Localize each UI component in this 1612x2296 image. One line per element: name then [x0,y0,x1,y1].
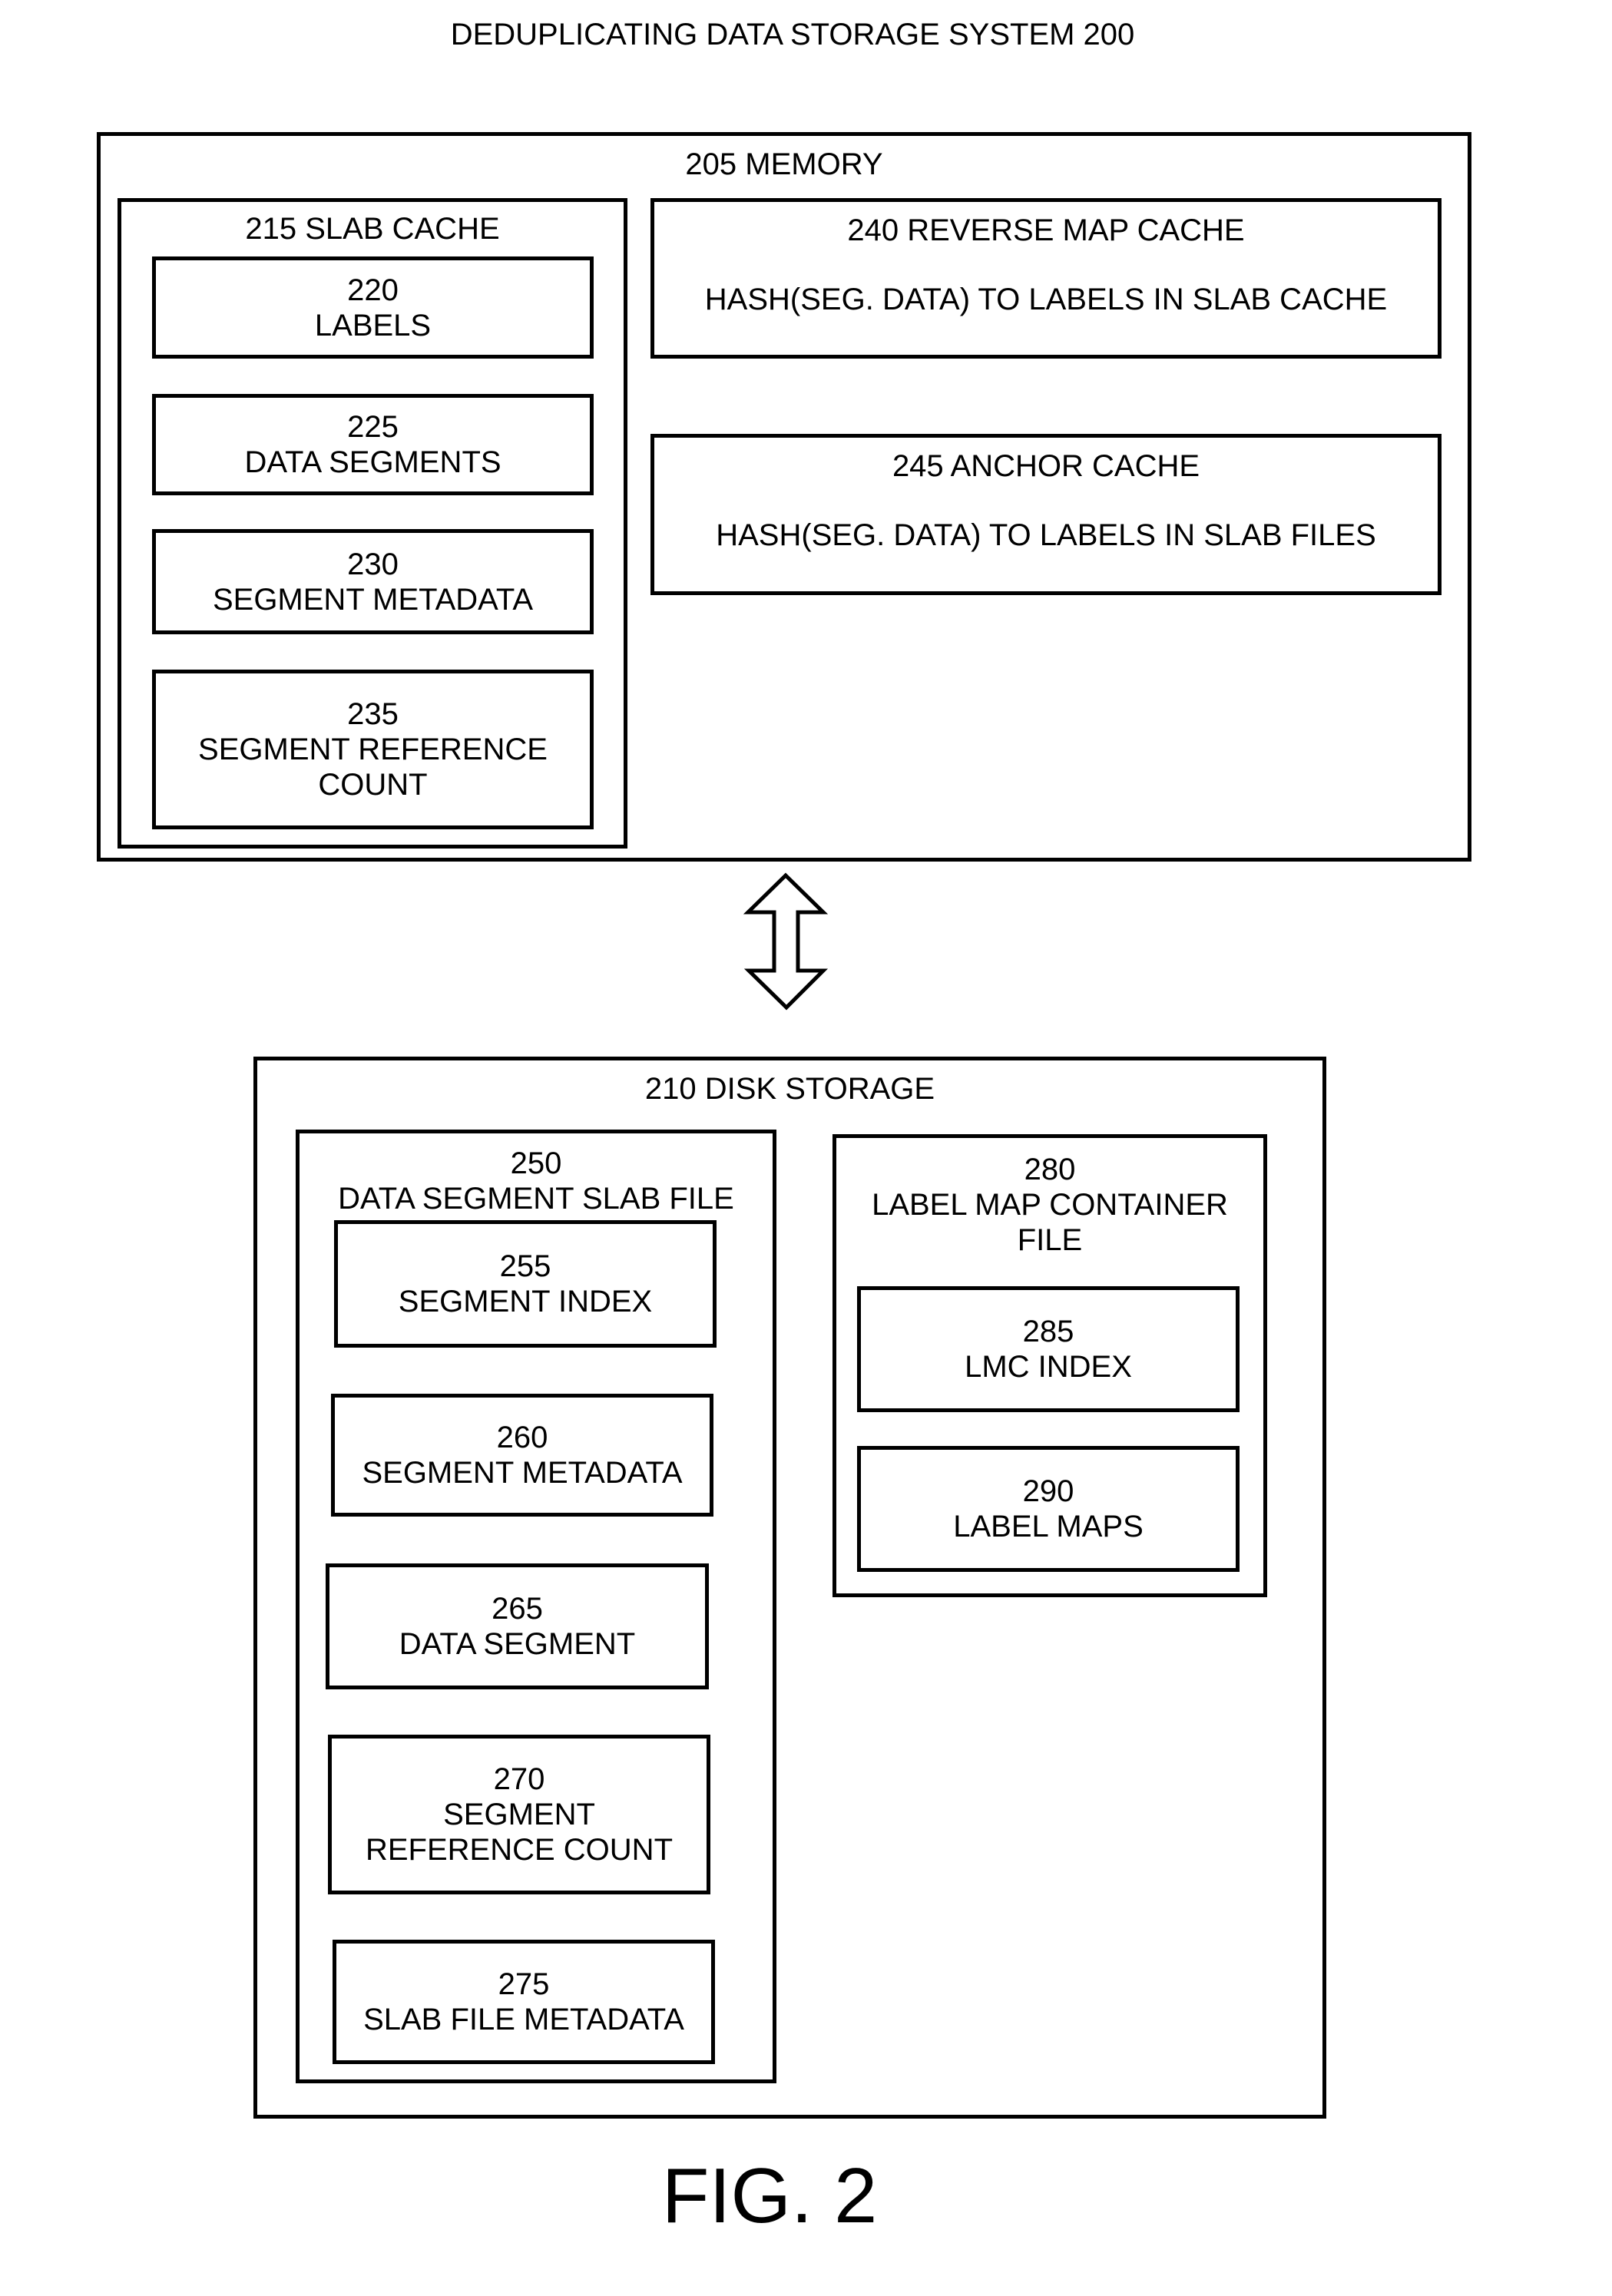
lmc-index-text: LMC INDEX [965,1350,1132,1384]
labels-text: LABELS [314,308,432,342]
diagram-title: DEDUPLICATING DATA STORAGE SYSTEM 200 [450,18,1135,51]
label-map-container-label-2: FILE [1017,1223,1083,1257]
segment-reference-count-disk-box: 270 SEGMENT REFERENCE COUNT [328,1735,710,1894]
data-segments-box: 225 DATA SEGMENTS [152,394,594,495]
anchor-cache-box: 245 ANCHOR CACHE HASH(SEG. DATA) TO LABE… [650,434,1442,595]
data-segments-number: 225 [347,410,399,444]
slab-file-label: DATA SEGMENT SLAB FILE [338,1182,734,1216]
segment-index-number: 255 [499,1249,551,1283]
labels-box: 220 LABELS [152,256,594,359]
anchor-cache-description: HASH(SEG. DATA) TO LABELS IN SLAB FILES [716,518,1376,552]
data-segments-text: DATA SEGMENTS [244,445,501,479]
memory-label: 205 MEMORY [685,147,883,181]
segment-metadata-cache-box: 230 SEGMENT METADATA [152,529,594,634]
anchor-cache-label: 245 ANCHOR CACHE [892,449,1200,483]
segment-reference-count-cache-number: 235 [347,697,399,731]
segment-metadata-cache-text: SEGMENT METADATA [212,582,534,617]
reverse-map-cache-label: 240 REVERSE MAP CACHE [847,213,1245,247]
segment-metadata-disk-text: SEGMENT METADATA [362,1456,683,1490]
labels-number: 220 [347,273,399,307]
segment-reference-count-disk-number: 270 [493,1762,545,1796]
label-map-container-number: 280 [1024,1153,1076,1186]
segment-index-text: SEGMENT INDEX [398,1285,653,1318]
slab-file-metadata-number: 275 [498,1967,550,2001]
reverse-map-cache-box: 240 REVERSE MAP CACHE HASH(SEG. DATA) TO… [650,198,1442,359]
data-segment-text: DATA SEGMENT [399,1627,636,1661]
label-maps-box: 290 LABEL MAPS [857,1446,1240,1572]
slab-file-metadata-text: SLAB FILE METADATA [363,2003,684,2036]
segment-reference-count-cache-text-1: SEGMENT REFERENCE [198,733,548,766]
data-segment-number: 265 [492,1592,543,1626]
double-arrow-icon [743,872,829,1011]
segment-reference-count-disk-text-1: SEGMENT [443,1798,595,1831]
slab-file-metadata-box: 275 SLAB FILE METADATA [333,1940,715,2064]
segment-reference-count-cache-box: 235 SEGMENT REFERENCE COUNT [152,670,594,829]
figure-label: FIG. 2 [661,2153,878,2239]
lmc-index-box: 285 LMC INDEX [857,1286,1240,1412]
slab-file-number: 250 [510,1146,562,1180]
label-map-container-label-1: LABEL MAP CONTAINER [872,1188,1228,1222]
segment-metadata-disk-number: 260 [496,1421,548,1454]
slab-cache-label: 215 SLAB CACHE [245,212,500,246]
disk-storage-label: 210 DISK STORAGE [644,1072,935,1106]
segment-metadata-disk-box: 260 SEGMENT METADATA [331,1394,713,1517]
segment-reference-count-disk-text-2: REFERENCE COUNT [365,1833,674,1867]
segment-reference-count-cache-text-2: COUNT [318,768,428,802]
segment-metadata-cache-number: 230 [347,547,399,581]
segment-index-box: 255 SEGMENT INDEX [334,1220,717,1348]
label-maps-text: LABEL MAPS [953,1510,1144,1543]
reverse-map-cache-description: HASH(SEG. DATA) TO LABELS IN SLAB CACHE [704,283,1388,316]
double-arrow-shape [743,872,829,1011]
label-maps-number: 290 [1022,1474,1074,1508]
lmc-index-number: 285 [1022,1315,1074,1348]
data-segment-box: 265 DATA SEGMENT [326,1563,709,1689]
